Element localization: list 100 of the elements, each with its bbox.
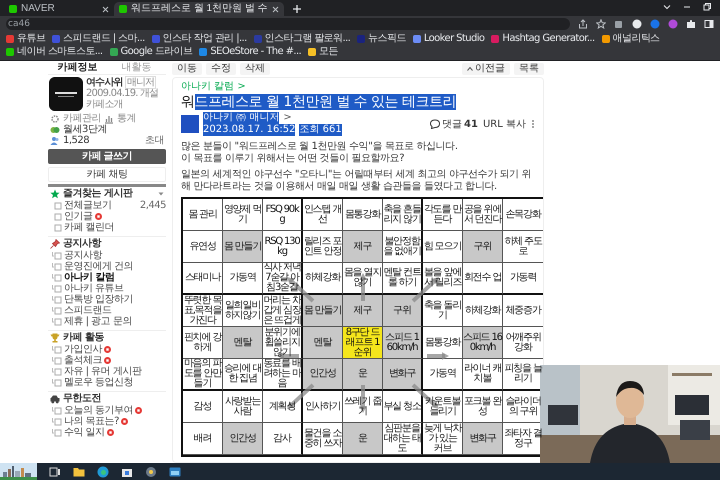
- bookmark[interactable]: 네이버 스마트스토...: [6, 46, 103, 58]
- browser-tab[interactable]: 워드프레스로 월 1천만원 벌 수: [114, 2, 284, 16]
- section-title: 즐겨찾는 게시판: [63, 188, 132, 199]
- chart-cell: 몸을 열지않기: [343, 263, 383, 295]
- address-bar[interactable]: ca46: [6, 18, 570, 30]
- chart-cell: 몸통강화: [423, 327, 463, 359]
- chart-cell: 유연성: [183, 231, 223, 263]
- chart-cell: 몸 관리: [183, 199, 223, 231]
- chart-cell: 카운트볼 늘리기: [423, 391, 463, 423]
- body-text: 이 목표를 이루기 위해서는 어떤 것들이 필요할까요?: [181, 153, 406, 165]
- chart-cell: 인사하기: [303, 391, 343, 423]
- chart-cell: 공을 위에서 던진다: [463, 199, 503, 231]
- post-date: 2023.08.17. 16:52: [203, 124, 296, 136]
- board-link[interactable]: 가입인사: [52, 344, 166, 355]
- chart-cell: 포크볼 완성: [463, 391, 503, 423]
- stats-link[interactable]: 통계: [117, 113, 136, 124]
- author-arrow: >: [283, 112, 292, 124]
- browser-tab[interactable]: NAVER: [4, 2, 114, 16]
- chart-cell: 사랑받는 사람: [223, 391, 263, 423]
- chart-cell: 뚜렷한 목표,목적을 가진다: [183, 295, 223, 327]
- board-link[interactable]: 인기글: [52, 211, 166, 222]
- chart-cell: 회전수 업: [463, 263, 503, 295]
- chart-cell: 동료를 배려하는 마음: [263, 359, 303, 391]
- toolbar-button[interactable]: 이동: [172, 63, 202, 75]
- bookmark[interactable]: 인스타그램 팔로워...: [254, 33, 350, 45]
- chart-cell: 몸통강화: [343, 199, 383, 231]
- sidebar-tab[interactable]: 카페정보: [48, 61, 107, 74]
- chart-cell: 물건을 소중히 쓰자: [303, 423, 343, 455]
- chart-cell: 계획성: [263, 391, 303, 423]
- board-link[interactable]: 아나키 칼럼: [52, 272, 166, 283]
- chart-cell: 인간성: [303, 359, 343, 391]
- chart-cell: 가동역: [423, 359, 463, 391]
- cafe-manage-link[interactable]: 카페관리: [63, 113, 101, 124]
- bookmark[interactable]: Google 드라이브: [110, 46, 192, 58]
- chart-cell: 멘탈 컨트롤 하기: [383, 263, 423, 295]
- chart-cell: 제구: [343, 231, 383, 263]
- chart-cell: 승리에 대한 집념: [223, 359, 263, 391]
- write-button[interactable]: 카페 글쓰기: [48, 149, 166, 164]
- board-link[interactable]: 아나키 유튜브: [52, 283, 166, 294]
- board-link[interactable]: 오늘의 동기부여: [52, 405, 166, 416]
- section-title: 카페 활동: [63, 332, 104, 343]
- chart-cell: 제구: [343, 295, 383, 327]
- list-button[interactable]: 목록: [514, 63, 544, 75]
- member-count: 1,528: [63, 135, 90, 146]
- chart-cell: 감사: [263, 423, 303, 455]
- chart-cell: 불안정함을 없애기: [383, 231, 423, 263]
- board-link[interactable]: 전체글보기 2,445: [52, 200, 166, 211]
- chart-cell: 힘 모으기: [423, 231, 463, 263]
- bookmark[interactable]: 유튜브: [6, 33, 46, 45]
- board-link[interactable]: 스피드랜드: [52, 305, 166, 316]
- chart-cell: 멘탈: [223, 327, 263, 359]
- chart-cell: 부실 청소: [383, 391, 423, 423]
- invite-link[interactable]: 초대: [145, 135, 164, 146]
- board-link[interactable]: 카페 캘린더: [52, 222, 166, 233]
- comments-link[interactable]: 댓글 41: [430, 117, 478, 131]
- board-link[interactable]: 단톡방 입장하기: [52, 294, 166, 305]
- board-link[interactable]: 출석체크: [52, 355, 166, 366]
- bookmark[interactable]: 뉴스픽드: [357, 33, 406, 45]
- board-link[interactable]: 운영진에게 건의: [52, 261, 166, 272]
- url-copy-button[interactable]: URL 복사: [482, 117, 526, 131]
- chart-cell: 분위기에 휩쓸리지 않기: [263, 327, 303, 359]
- previous-post-button[interactable]: 이전글: [462, 63, 510, 75]
- cafe-rank: 월세3단계: [63, 124, 107, 135]
- chart-cell: 볼을 앞에서 릴리즈: [423, 263, 463, 295]
- body-text: 많은 분들이 "워드프레스로 월 1천만원 수익"을 목표로 하십니다.: [181, 141, 459, 153]
- chat-button[interactable]: 카페 채팅: [48, 167, 166, 182]
- bookmark[interactable]: Hashtag Generator...: [491, 33, 595, 45]
- chart-cell: 축을 흔들리지 않기: [383, 199, 423, 231]
- author-name[interactable]: 아나키 ㈜ 매니저: [203, 112, 280, 124]
- chart-cell: 멘탈: [303, 327, 343, 359]
- board-link[interactable]: 나의 목표는?: [52, 416, 166, 427]
- board-link[interactable]: 자유 | 유머 게시판: [52, 366, 166, 377]
- chart-cell: FSQ 90kg: [263, 199, 303, 231]
- chart-cell: 8구단 드래프트 1순위: [343, 327, 383, 359]
- bookmark[interactable]: Looker Studio: [412, 33, 484, 45]
- chart-cell: 일희일비 하지않기: [223, 295, 263, 327]
- chart-cell: 인스텝 개선: [303, 199, 343, 231]
- chart-cell: 배려: [183, 423, 223, 455]
- bookmark[interactable]: 스피드랜드 | 스마...: [52, 33, 145, 45]
- chart-cell: 늦게 낙차가 있는 커브: [423, 423, 463, 455]
- bookmark[interactable]: SEOeStore - The #...: [199, 46, 302, 58]
- board-link[interactable]: 공지사항: [52, 250, 166, 261]
- board-link[interactable]: 제휴 | 광고 문의: [52, 316, 166, 327]
- chart-cell: 가동역: [223, 263, 263, 295]
- chart-cell: 마음의 파도를 안만들기: [183, 359, 223, 391]
- chart-cell: 하체강화: [463, 295, 503, 327]
- chart-cell: 하체강화: [303, 263, 343, 295]
- chart-cell: 몸 만들기: [223, 231, 263, 263]
- bookmark[interactable]: 인스타 작업 관리 |...: [152, 33, 247, 45]
- board-link[interactable]: 멜로우 등업신청: [52, 377, 166, 388]
- chart-cell: 인간성: [223, 423, 263, 455]
- bookmark[interactable]: 애널리틱스: [602, 33, 660, 45]
- toolbar-button[interactable]: 수정: [206, 63, 236, 75]
- toolbar-button[interactable]: 삭제: [240, 63, 270, 75]
- cafe-intro-link[interactable]: 카페소개: [86, 99, 158, 110]
- founded-date: 2009.04.19. 개설: [86, 88, 158, 99]
- chart-cell: 스태미나: [183, 263, 223, 295]
- chart-cell: 변화구: [463, 423, 503, 455]
- bookmark[interactable]: 모든: [308, 46, 338, 58]
- board-link[interactable]: 수익 일지: [52, 427, 166, 438]
